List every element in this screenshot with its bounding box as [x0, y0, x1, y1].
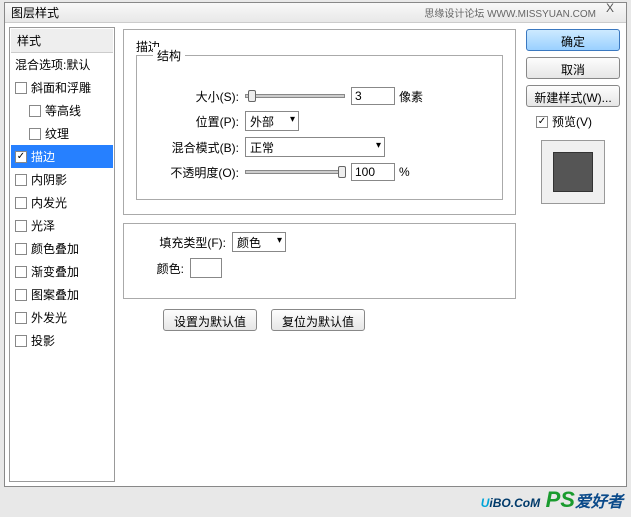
preview-checkbox[interactable] — [536, 116, 548, 128]
size-unit: 像素 — [399, 88, 423, 105]
style-satin[interactable]: 光泽 — [11, 214, 113, 237]
slider-thumb-icon[interactable] — [338, 166, 346, 178]
fill-type-label: 填充类型(F): — [136, 234, 226, 251]
style-pattern-overlay[interactable]: 图案叠加 — [11, 283, 113, 306]
checkbox-icon[interactable] — [15, 289, 27, 301]
blend-mode-select[interactable]: 正常 — [245, 137, 385, 157]
style-outer-glow[interactable]: 外发光 — [11, 306, 113, 329]
checkbox-icon[interactable] — [15, 243, 27, 255]
checkbox-icon[interactable] — [29, 128, 41, 140]
styles-list-panel: 样式 混合选项:默认 斜面和浮雕 等高线 纹理 描边 内阴影 内发光 光泽 颜色… — [9, 27, 115, 482]
size-input[interactable] — [351, 87, 395, 105]
structure-fieldset: 结构 大小(S): 像素 位置(P): 外部 混合模式(B): 正常 — [136, 55, 503, 200]
style-texture[interactable]: 纹理 — [11, 122, 113, 145]
action-panel: 确定 取消 新建样式(W)... 预览(V) — [520, 23, 626, 486]
new-style-button[interactable]: 新建样式(W)... — [526, 85, 620, 107]
fill-fieldset: 填充类型(F): 颜色 颜色: — [123, 223, 516, 299]
default-buttons-row: 设置为默认值 复位为默认值 — [163, 309, 516, 331]
structure-heading: 结构 — [153, 47, 185, 64]
dialog-body: 样式 混合选项:默认 斜面和浮雕 等高线 纹理 描边 内阴影 内发光 光泽 颜色… — [5, 23, 626, 486]
slider-thumb-icon[interactable] — [248, 90, 256, 102]
checkbox-icon[interactable] — [15, 197, 27, 209]
style-contour[interactable]: 等高线 — [11, 99, 113, 122]
style-inner-shadow[interactable]: 内阴影 — [11, 168, 113, 191]
size-slider[interactable] — [245, 94, 345, 98]
opacity-input[interactable] — [351, 163, 395, 181]
reset-default-button[interactable]: 复位为默认值 — [271, 309, 365, 331]
preview-box — [541, 140, 605, 204]
position-select[interactable]: 外部 — [245, 111, 299, 131]
style-color-overlay[interactable]: 颜色叠加 — [11, 237, 113, 260]
blending-options-default[interactable]: 混合选项:默认 — [11, 53, 113, 76]
titlebar[interactable]: 图层样式 思缘设计论坛 WWW.MISSYUAN.COM X — [5, 3, 626, 23]
checkbox-icon[interactable] — [29, 105, 41, 117]
color-swatch[interactable] — [190, 258, 222, 278]
cancel-button[interactable]: 取消 — [526, 57, 620, 79]
style-inner-glow[interactable]: 内发光 — [11, 191, 113, 214]
blend-mode-label: 混合模式(B): — [149, 139, 239, 156]
styles-header[interactable]: 样式 — [11, 29, 113, 53]
style-bevel-emboss[interactable]: 斜面和浮雕 — [11, 76, 113, 99]
dialog-title: 图层样式 — [11, 4, 59, 21]
watermark-logo: UiBO.CoM PS爱好者 — [481, 487, 623, 513]
checkbox-icon[interactable] — [15, 220, 27, 232]
close-button[interactable]: X — [598, 1, 622, 17]
checkbox-icon[interactable] — [15, 82, 27, 94]
fill-type-select[interactable]: 颜色 — [232, 232, 286, 252]
checkbox-icon[interactable] — [15, 335, 27, 347]
style-stroke[interactable]: 描边 — [11, 145, 113, 168]
layer-style-dialog: 图层样式 思缘设计论坛 WWW.MISSYUAN.COM X 样式 混合选项:默… — [4, 2, 627, 487]
settings-panel: 描边 结构 大小(S): 像素 位置(P): 外部 混合模式(B): — [119, 23, 520, 486]
checkbox-icon[interactable] — [15, 151, 27, 163]
checkbox-icon[interactable] — [15, 266, 27, 278]
checkbox-icon[interactable] — [15, 312, 27, 324]
opacity-label: 不透明度(O): — [149, 164, 239, 181]
opacity-unit: % — [399, 165, 410, 179]
stroke-fieldset: 描边 结构 大小(S): 像素 位置(P): 外部 混合模式(B): — [123, 29, 516, 215]
set-default-button[interactable]: 设置为默认值 — [163, 309, 257, 331]
preview-swatch — [553, 152, 593, 192]
ok-button[interactable]: 确定 — [526, 29, 620, 51]
preview-label: 预览(V) — [552, 113, 592, 130]
style-drop-shadow[interactable]: 投影 — [11, 329, 113, 352]
size-label: 大小(S): — [149, 88, 239, 105]
watermark-text: 思缘设计论坛 WWW.MISSYUAN.COM — [424, 5, 596, 20]
checkbox-icon[interactable] — [15, 174, 27, 186]
opacity-slider[interactable] — [245, 170, 345, 174]
color-label: 颜色: — [136, 260, 184, 277]
style-gradient-overlay[interactable]: 渐变叠加 — [11, 260, 113, 283]
position-label: 位置(P): — [149, 113, 239, 130]
stroke-heading: 描边 — [136, 38, 503, 55]
